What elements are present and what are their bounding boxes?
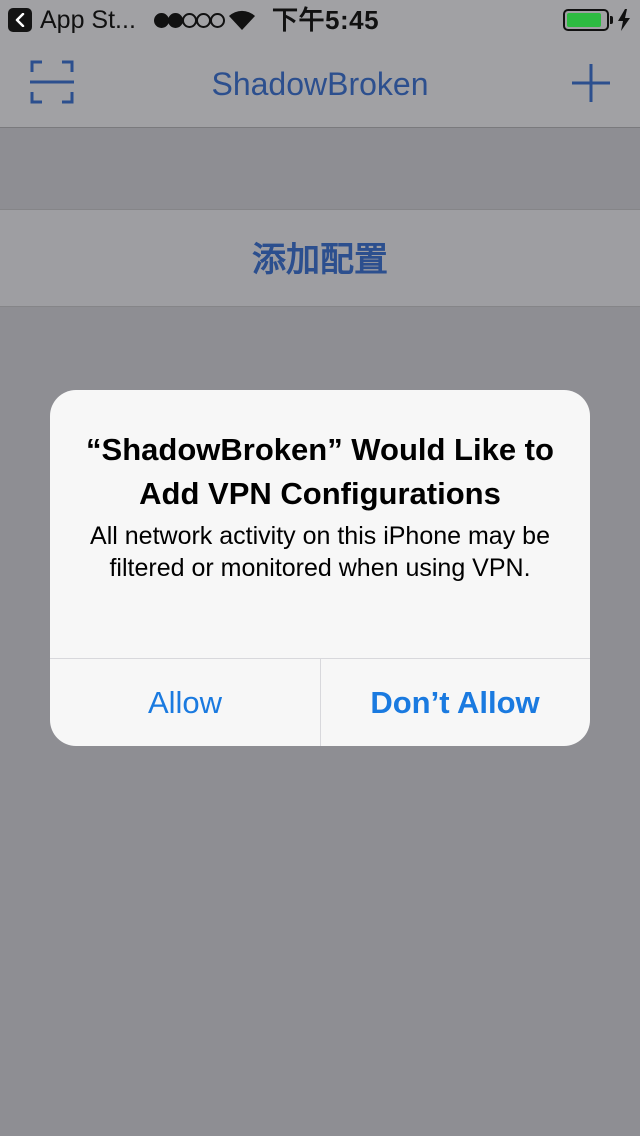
plus-icon[interactable] bbox=[568, 60, 614, 106]
battery-icon bbox=[563, 9, 609, 31]
status-bar: App St... 下午5:45 bbox=[0, 0, 640, 40]
vpn-permission-alert: “ShadowBroken” Would Like to Add VPN Con… bbox=[50, 390, 590, 746]
chevron-left-icon bbox=[15, 13, 25, 27]
alert-title: “ShadowBroken” Would Like to Add VPN Con… bbox=[86, 432, 554, 511]
add-configuration-row[interactable]: 添加配置 bbox=[0, 209, 640, 307]
wifi-icon bbox=[229, 10, 255, 30]
table-header-spacer bbox=[0, 129, 640, 209]
navigation-bar: ShadowBroken bbox=[0, 40, 640, 128]
battery-tip bbox=[610, 16, 613, 24]
status-time: 下午5:45 bbox=[272, 5, 380, 35]
charging-bolt-icon bbox=[618, 9, 630, 31]
back-to-app-button[interactable] bbox=[8, 8, 32, 32]
battery-level bbox=[567, 13, 601, 27]
back-app-label[interactable]: App St... bbox=[40, 6, 136, 34]
add-configuration-label: 添加配置 bbox=[252, 241, 388, 279]
alert-message: All network activity on this iPhone may … bbox=[90, 522, 550, 582]
nav-title: ShadowBroken bbox=[211, 66, 429, 102]
dont-allow-button[interactable]: Don’t Allow bbox=[320, 659, 590, 746]
allow-button[interactable]: Allow bbox=[50, 659, 320, 746]
